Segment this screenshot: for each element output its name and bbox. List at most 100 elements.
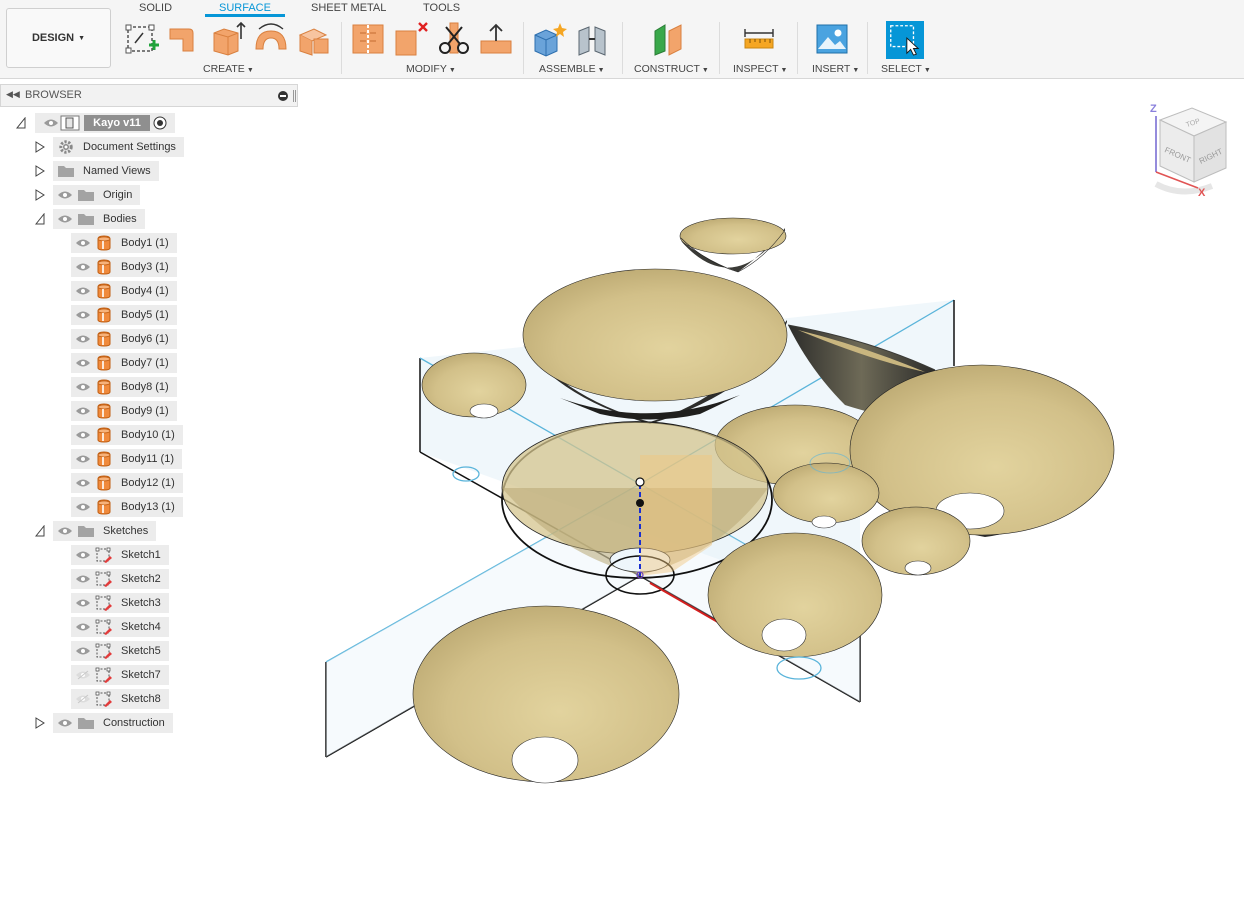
collapse-node-icon[interactable]	[35, 213, 45, 225]
model-canvas[interactable]	[300, 80, 1244, 911]
tree-item-body[interactable]: Body13 (1)	[71, 497, 183, 517]
visibility-eye-icon[interactable]	[75, 646, 91, 656]
collapse-node-icon[interactable]	[35, 525, 45, 537]
tree-item-sketch[interactable]: Sketch7	[71, 665, 169, 685]
visibility-eye-icon[interactable]	[57, 214, 73, 224]
expand-node-icon[interactable]	[35, 165, 45, 177]
expand-open-icon[interactable]	[16, 117, 26, 129]
inspect-menu[interactable]: INSPECT ▼	[733, 63, 787, 75]
visibility-eye-icon[interactable]	[75, 238, 91, 248]
tree-item-bodies[interactable]: Bodies	[53, 209, 145, 229]
root-component-name: Kayo v11	[84, 115, 150, 131]
tab-solid[interactable]: SOLID	[139, 1, 172, 17]
visibility-eye-icon[interactable]	[75, 454, 91, 464]
visibility-eye-icon[interactable]	[57, 190, 73, 200]
tree-item-body[interactable]: Body8 (1)	[71, 377, 177, 397]
visibility-eye-icon[interactable]	[75, 382, 91, 392]
visibility-eye-icon[interactable]	[75, 262, 91, 272]
tree-item-sketches[interactable]: Sketches	[53, 521, 157, 541]
visibility-eye-icon[interactable]	[75, 622, 91, 632]
tree-item-origin[interactable]: Origin	[53, 185, 141, 205]
view-cube[interactable]: Z X TOP FRONT RIGHT	[1142, 98, 1236, 202]
cone-body[interactable]	[861, 506, 971, 576]
construct-menu[interactable]: CONSTRUCT ▼	[634, 63, 709, 75]
visibility-eye-icon[interactable]	[75, 574, 91, 584]
joint-icon[interactable]	[575, 21, 611, 57]
body-icon	[95, 499, 113, 515]
tree-item-sketch[interactable]: Sketch3	[71, 593, 169, 613]
tree-item-body[interactable]: Body1 (1)	[71, 233, 177, 253]
cone-body[interactable]	[412, 605, 680, 784]
trim-scissors-icon[interactable]	[436, 21, 472, 57]
tree-item-sketch[interactable]: Sketch8	[71, 689, 169, 709]
minimize-browser-icon[interactable]	[278, 91, 288, 101]
visibility-eye-icon[interactable]	[57, 526, 73, 536]
tree-item-body[interactable]: Body11 (1)	[71, 449, 182, 469]
modify-menu[interactable]: MODIFY ▼	[406, 63, 456, 75]
pin-browser-icon[interactable]	[293, 90, 296, 102]
visibility-eye-icon[interactable]	[75, 406, 91, 416]
visibility-eye-icon[interactable]	[75, 286, 91, 296]
tree-item-body[interactable]: Body6 (1)	[71, 329, 177, 349]
patch-icon[interactable]	[296, 21, 332, 57]
visibility-eye-icon[interactable]	[75, 478, 91, 488]
tree-item-label: Construction	[103, 717, 165, 729]
tree-item-sketch[interactable]: Sketch5	[71, 641, 169, 661]
tree-item-body[interactable]: Body4 (1)	[71, 281, 177, 301]
workspace-switcher[interactable]: DESIGN ▼	[6, 8, 111, 68]
split-face-icon[interactable]	[350, 21, 386, 57]
expand-node-icon[interactable]	[35, 189, 45, 201]
insert-image-icon[interactable]	[814, 21, 850, 57]
visibility-eye-icon[interactable]	[57, 718, 73, 728]
hidden-eye-icon[interactable]	[75, 670, 91, 680]
visibility-eye-icon[interactable]	[75, 310, 91, 320]
revolve-icon[interactable]	[253, 21, 289, 57]
offset-surface-icon[interactable]	[478, 21, 514, 57]
tree-item-body[interactable]: Body12 (1)	[71, 473, 183, 493]
tree-item-body[interactable]: Body3 (1)	[71, 257, 177, 277]
visibility-eye-icon[interactable]	[75, 502, 91, 512]
cone-body[interactable]	[679, 217, 787, 273]
3d-viewport[interactable]	[300, 80, 1244, 911]
tab-sheet-metal[interactable]: SHEET METAL	[311, 1, 386, 17]
expand-node-icon[interactable]	[35, 717, 45, 729]
cone-body[interactable]	[707, 532, 883, 658]
activate-radio-icon[interactable]	[153, 116, 167, 130]
new-component-icon[interactable]	[532, 21, 568, 57]
hidden-eye-icon[interactable]	[75, 694, 91, 704]
extrude-icon[interactable]	[210, 21, 246, 57]
visibility-eye-icon[interactable]	[75, 334, 91, 344]
visibility-eye-icon[interactable]	[75, 358, 91, 368]
measure-icon[interactable]	[741, 21, 777, 57]
tree-item-body[interactable]: Body5 (1)	[71, 305, 177, 325]
assemble-menu[interactable]: ASSEMBLE ▼	[539, 63, 605, 75]
create-sketch-icon[interactable]	[125, 21, 161, 57]
tree-item-sketch[interactable]: Sketch1	[71, 545, 169, 565]
offset-plane-icon[interactable]	[651, 21, 687, 57]
tree-item-named-views[interactable]: Named Views	[53, 161, 159, 181]
expand-node-icon[interactable]	[35, 141, 45, 153]
delete-face-icon[interactable]	[393, 21, 429, 57]
tree-item-body[interactable]: Body7 (1)	[71, 353, 177, 373]
visibility-eye-icon[interactable]	[43, 118, 59, 128]
tree-item-label: Body9 (1)	[121, 405, 169, 417]
tree-item-label: Body8 (1)	[121, 381, 169, 393]
tree-item-sketch[interactable]: Sketch2	[71, 569, 169, 589]
insert-menu[interactable]: INSERT ▼	[812, 63, 859, 75]
visibility-eye-icon[interactable]	[75, 430, 91, 440]
select-tool-icon[interactable]	[886, 21, 924, 59]
visibility-eye-icon[interactable]	[75, 550, 91, 560]
create-menu[interactable]: CREATE ▼	[203, 63, 254, 75]
tab-surface[interactable]: SURFACE	[205, 1, 285, 17]
collapse-panel-icon[interactable]: ◀◀	[6, 89, 20, 100]
tree-item-sketch[interactable]: Sketch4	[71, 617, 169, 637]
tab-tools[interactable]: TOOLS	[423, 1, 460, 17]
extrude-surface-icon[interactable]	[167, 21, 203, 57]
tree-item-construction[interactable]: Construction	[53, 713, 173, 733]
sketch-circle[interactable]	[452, 466, 480, 482]
tree-item-document-settings[interactable]: Document Settings	[53, 137, 184, 157]
visibility-eye-icon[interactable]	[75, 598, 91, 608]
tree-item-body[interactable]: Body9 (1)	[71, 401, 177, 421]
tree-item-body[interactable]: Body10 (1)	[71, 425, 183, 445]
select-menu[interactable]: SELECT ▼	[881, 63, 931, 75]
